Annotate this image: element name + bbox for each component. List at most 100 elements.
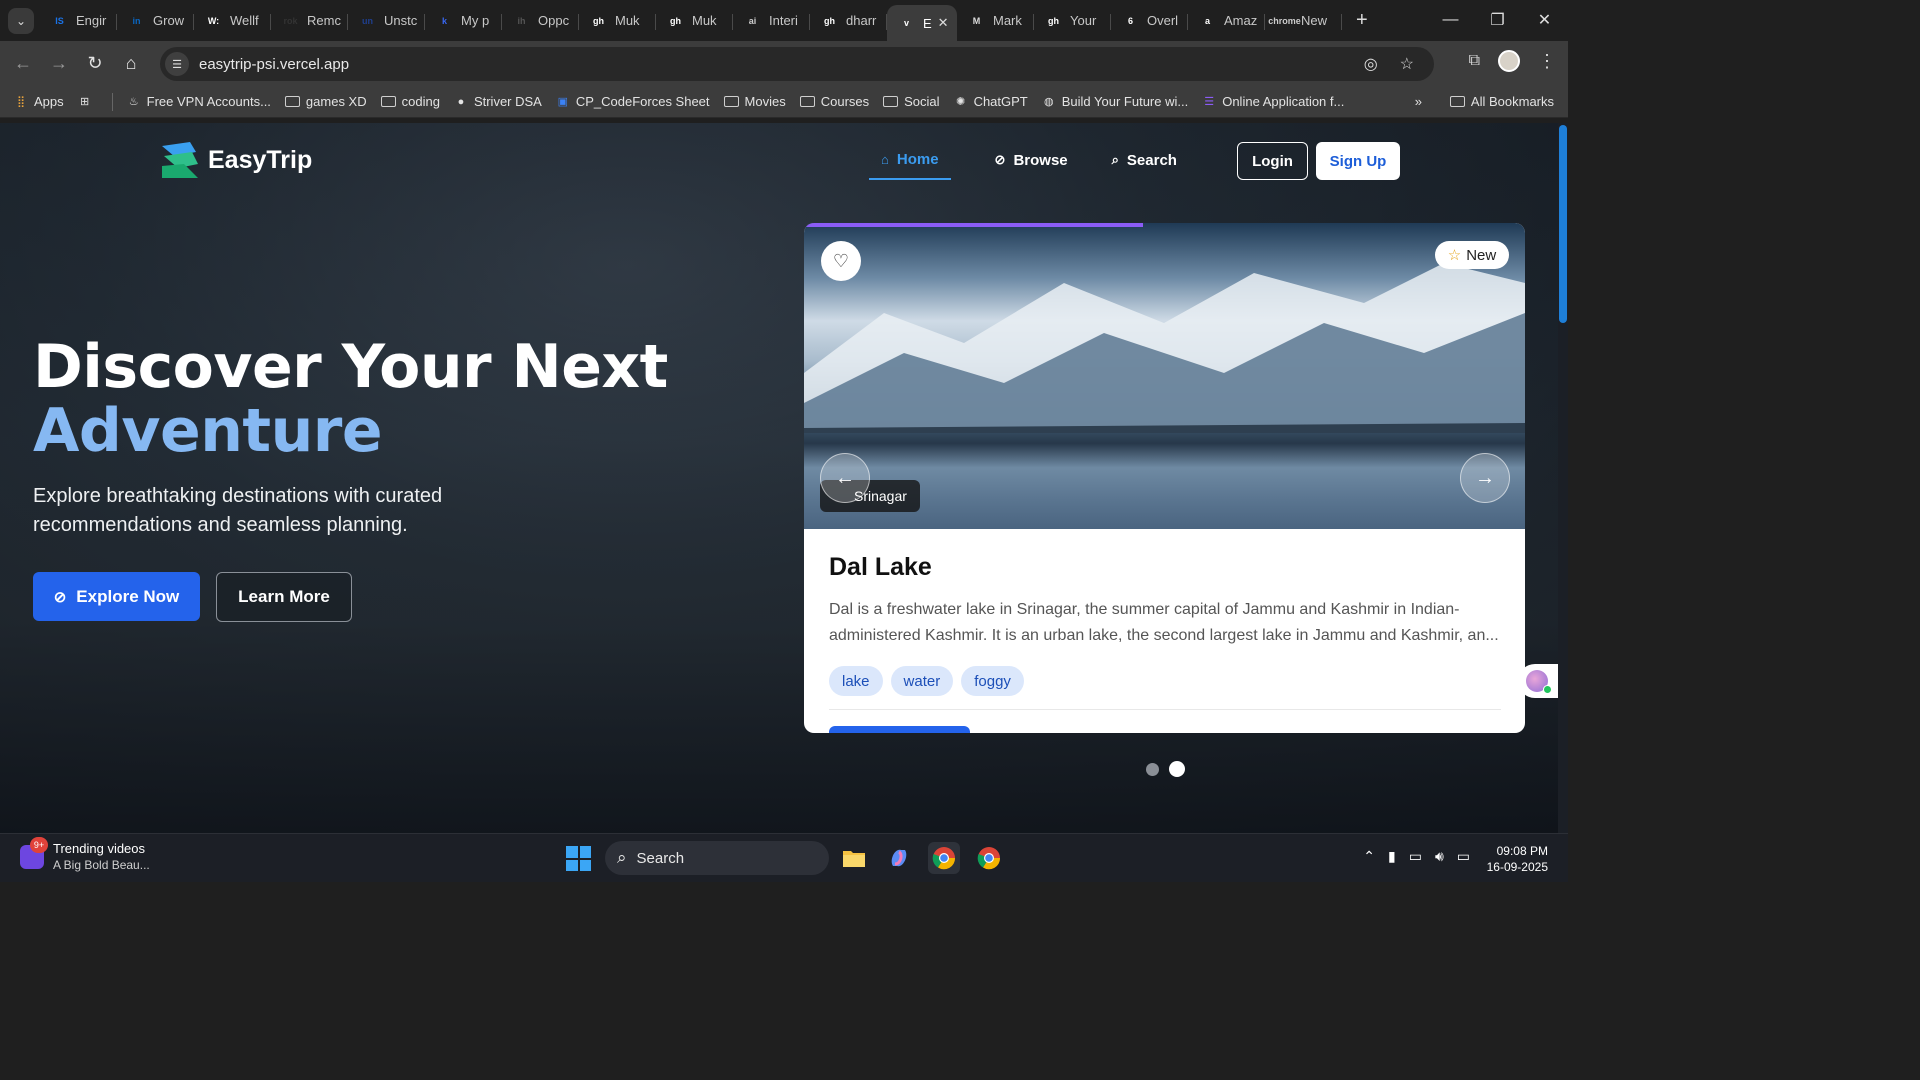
profile-avatar[interactable] [1498, 50, 1520, 72]
tag-chip[interactable]: lake [829, 666, 883, 696]
forward-icon[interactable]: → [41, 53, 77, 74]
explore-now-button[interactable]: ⊘ Explore Now [33, 572, 200, 621]
all-bookmarks-label: All Bookmarks [1470, 94, 1554, 109]
bookmark-item[interactable]: ⊞ [78, 95, 98, 109]
login-button[interactable]: Login [1237, 142, 1308, 180]
nav-home[interactable]: ⌂ Home [869, 140, 951, 180]
chrome-icon[interactable] [928, 842, 960, 874]
chevron-up-icon[interactable]: ⌃ [1363, 848, 1375, 865]
nav-search[interactable]: ⌕ Search [1112, 140, 1177, 180]
news-widget[interactable]: 9+ Trending videos A Big Bold Beau... [20, 837, 150, 873]
scrollbar-thumb[interactable] [1559, 125, 1567, 323]
tab-label: Overl [1147, 13, 1179, 28]
browser-tab[interactable]: 6 Overl [1111, 5, 1188, 37]
file-explorer-icon[interactable] [838, 842, 870, 874]
next-arrow-icon[interactable]: → [1460, 453, 1510, 503]
copilot-icon[interactable] [883, 842, 915, 874]
mountain-illustration [804, 263, 1525, 433]
bookmark-item[interactable]: ♨ Free VPN Accounts... [127, 94, 271, 109]
chrome-dev-icon[interactable] [973, 842, 1005, 874]
menu-dots-icon[interactable]: ⋮ [1538, 51, 1556, 72]
browser-tab[interactable]: ih Oppc [502, 5, 579, 37]
search-icon: ⌕ [617, 848, 627, 867]
bookmark-label: Courses [820, 94, 870, 109]
tab-label: My p [461, 13, 490, 28]
bookmark-item[interactable]: ☰ Online Application f... [1202, 94, 1344, 109]
browser-tab[interactable]: a Amaz [1188, 5, 1265, 37]
bookmark-item[interactable]: Courses [799, 94, 870, 109]
signup-button[interactable]: Sign Up [1316, 142, 1400, 180]
browser-tab[interactable]: M Mark [957, 5, 1034, 37]
tab-label: Mark [993, 13, 1022, 28]
learn-more-button[interactable]: Learn More [216, 572, 352, 622]
tab-favicon-icon: chrome [1268, 15, 1301, 26]
clock-time: 09:08 PM [1496, 844, 1548, 858]
browser-tab[interactable]: chrome New [1265, 5, 1342, 37]
carousel-dot[interactable] [1146, 762, 1159, 776]
bookmark-item[interactable]: ● Striver DSA [454, 94, 542, 109]
minimize-icon[interactable]: — [1427, 0, 1474, 40]
browser-tab[interactable]: W: Wellf [194, 5, 271, 37]
destination-image: ♡ ☆ New Srinagar ← → [804, 223, 1525, 529]
tag-chip[interactable]: water [890, 666, 954, 696]
close-window-icon[interactable]: ✕ [1521, 0, 1568, 40]
restore-icon[interactable]: ❐ [1474, 0, 1521, 40]
favorite-heart-icon[interactable]: ♡ [821, 241, 861, 281]
tab-search-button[interactable]: ⌄ [8, 7, 34, 34]
new-tab-button[interactable]: + [1356, 9, 1368, 32]
tab-close-icon[interactable]: ✕ [938, 15, 949, 31]
fire-icon: ♨ [128, 96, 139, 108]
scrollbar[interactable] [1558, 123, 1568, 833]
bookmark-item[interactable]: ✺ ChatGPT [954, 94, 1028, 109]
nav-browse[interactable]: ⊘ Browse [995, 140, 1068, 180]
browser-tab[interactable]: rok Remc [271, 5, 348, 37]
extensions-icon[interactable]: ⧉ [1469, 52, 1480, 70]
browser-tab[interactable]: gh dharr [810, 5, 887, 37]
bookmark-item[interactable]: Movies [723, 94, 786, 109]
url-text[interactable]: easytrip-psi.vercel.app [199, 56, 349, 73]
bookmark-item[interactable]: coding [380, 94, 440, 109]
browser-tab[interactable]: un Unstc [348, 5, 425, 37]
bookmark-item[interactable]: ▣ CP_CodeForces Sheet [556, 94, 710, 109]
destination-card[interactable]: ♡ ☆ New Srinagar ← → Dal Lake Dal is a fr… [804, 223, 1525, 733]
bookmark-item[interactable]: games XD [284, 94, 367, 109]
browser-tab[interactable]: in Grow [117, 5, 194, 37]
tab-label: Muk [692, 13, 717, 28]
bookmark-item[interactable]: Social [883, 94, 940, 109]
tab-favicon-icon: W: [207, 15, 220, 26]
bookmark-star-icon[interactable]: ☆ [1400, 54, 1414, 74]
system-clock[interactable]: 09:08 PM 16-09-2025 [1487, 843, 1548, 875]
battery-icon[interactable]: ▭ [1457, 848, 1470, 865]
carousel-dot[interactable] [1169, 761, 1185, 777]
all-bookmarks[interactable]: All Bookmarks [1449, 94, 1554, 109]
browser-tab[interactable]: gh Your [1034, 5, 1111, 37]
site-logo[interactable]: EasyTrip [160, 140, 312, 180]
prev-arrow-icon[interactable]: ← [820, 453, 870, 503]
eye-off-icon[interactable]: ◎ [1364, 54, 1378, 74]
browser-tab[interactable]: gh Muk [579, 5, 656, 37]
browser-tab[interactable]: k My p [425, 5, 502, 37]
windows-start-icon[interactable] [566, 846, 591, 871]
browser-tab[interactable]: IS Engir [40, 5, 117, 37]
chat-assistant-avatar[interactable] [1518, 664, 1558, 698]
back-icon[interactable]: ← [5, 53, 41, 74]
browser-tab[interactable]: v E ✕ [887, 5, 957, 41]
tab-label: dharr [846, 13, 877, 28]
network-icon[interactable]: ▭ [1409, 848, 1422, 865]
browser-tab[interactable]: gh Muk [656, 5, 733, 37]
browser-tab[interactable]: ai Interi [733, 5, 810, 37]
site-info-icon[interactable]: ☰ [165, 52, 189, 76]
card-title: Dal Lake [829, 553, 932, 581]
reload-icon[interactable]: ↻ [77, 53, 113, 74]
audio-bars-icon[interactable]: ▮ [1388, 848, 1396, 865]
card-action-button[interactable] [829, 726, 970, 733]
windows-taskbar: 9+ Trending videos A Big Bold Beau... ⌕ S… [0, 833, 1568, 882]
bookmark-item[interactable]: ◍ Build Your Future wi... [1042, 94, 1188, 109]
volume-icon[interactable]: 🔊︎ [1435, 848, 1444, 865]
home-icon[interactable]: ⌂ [113, 53, 149, 74]
more-bookmarks-icon[interactable]: » [1415, 94, 1422, 109]
tag-chip[interactable]: foggy [961, 666, 1024, 696]
taskbar-search[interactable]: ⌕ Search [605, 841, 829, 875]
address-bar[interactable]: ☰ easytrip-psi.vercel.app ◎ ☆ [160, 47, 1434, 81]
bookmark-item[interactable]: ⣿ Apps [14, 94, 64, 109]
